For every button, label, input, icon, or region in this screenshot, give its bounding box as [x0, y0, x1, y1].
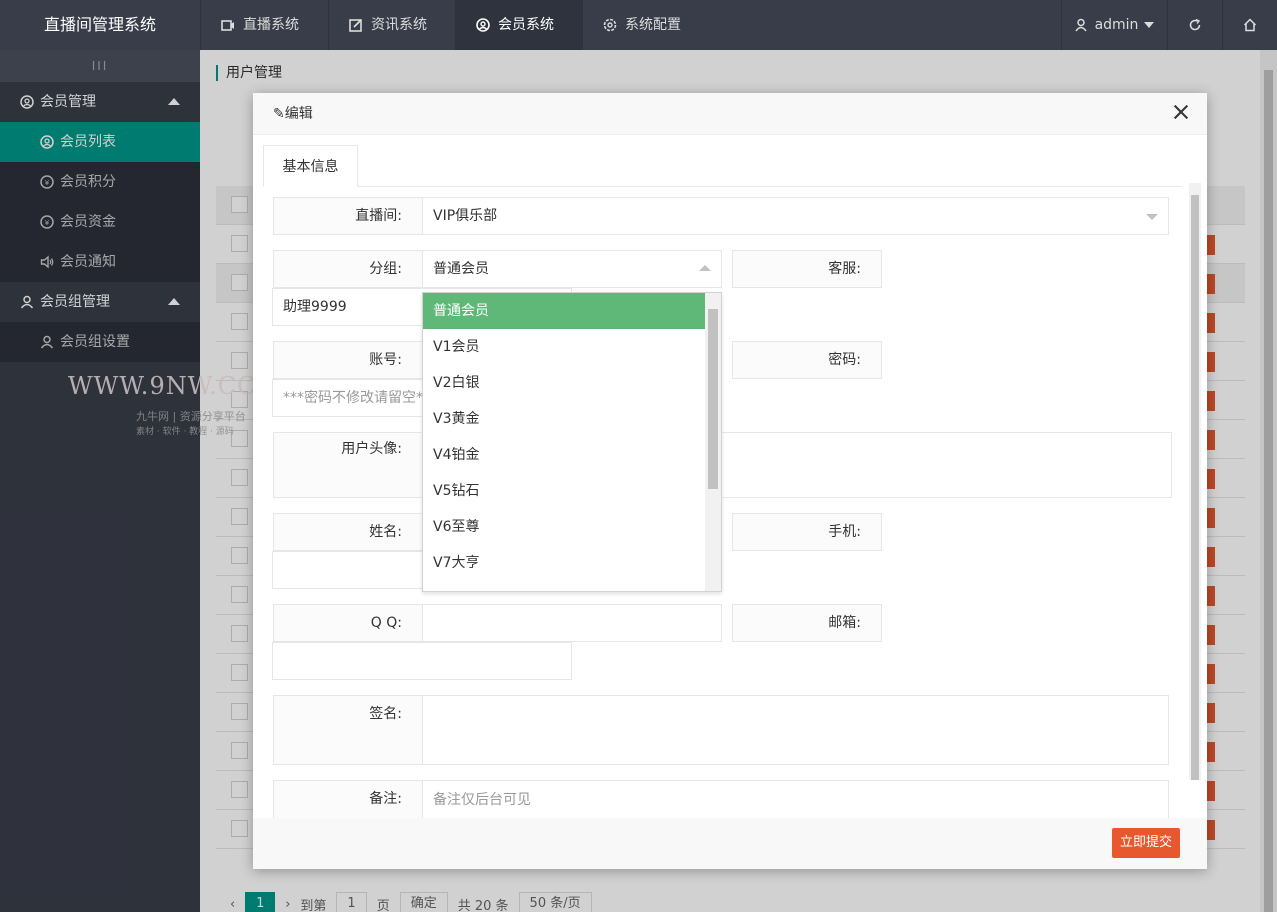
submit-button[interactable]: 立即提交	[1112, 828, 1180, 858]
group-option[interactable]: 普通会员	[423, 293, 705, 329]
top-nav: 直播系统 资讯系统 会员系统 系统配置	[200, 0, 712, 50]
dialog-scrollbar[interactable]	[1189, 183, 1201, 780]
refresh-icon	[1189, 18, 1201, 31]
chevron-down-icon	[1146, 214, 1158, 220]
email-label: 邮箱:	[732, 604, 882, 642]
room-select[interactable]: VIP俱乐部	[422, 197, 1169, 235]
dialog-body: 基本信息 直播间: VIP俱乐部 分组: 普通会员 客服: 助理9999 账号:…	[253, 135, 1207, 818]
dropdown-scrollbar[interactable]	[705, 293, 721, 591]
group-option[interactable]: V2白银	[423, 365, 705, 401]
avatar-label: 用户头像:	[273, 432, 423, 498]
nav-member-label: 会员系统	[498, 17, 554, 33]
video-icon	[221, 20, 234, 31]
service-select-value: 助理9999	[283, 299, 347, 315]
app-title: 直播间管理系统	[43, 15, 156, 34]
nav-news-label: 资讯系统	[371, 17, 427, 33]
qq-label: Q Q:	[273, 604, 423, 642]
signature-textarea[interactable]	[422, 695, 1169, 765]
close-icon[interactable]	[1173, 104, 1189, 120]
refresh-button[interactable]	[1167, 0, 1222, 50]
service-label: 客服:	[732, 250, 882, 288]
chevron-up-icon	[699, 265, 711, 271]
top-bar: 直播间管理系统 直播系统 资讯系统 会员系统 系统配置 admin	[0, 0, 1277, 50]
dialog-footer: 立即提交	[253, 818, 1207, 869]
nav-news-system[interactable]: 资讯系统	[328, 0, 455, 50]
remark-textarea[interactable]: 备注仅后台可见	[422, 780, 1169, 818]
nav-live-label: 直播系统	[243, 17, 299, 33]
dropdown-scrollbar-thumb[interactable]	[708, 309, 718, 489]
email-input[interactable]	[272, 642, 572, 680]
nav-member-system[interactable]: 会员系统	[455, 0, 582, 50]
phone-label: 手机:	[732, 513, 882, 551]
remark-label: 备注:	[273, 780, 423, 818]
nav-system-config[interactable]: 系统配置	[582, 0, 712, 50]
home-icon	[1243, 18, 1257, 32]
password-label: 密码:	[732, 341, 882, 379]
group-option[interactable]: V4铂金	[423, 437, 705, 473]
group-option[interactable]: V5钻石	[423, 473, 705, 509]
group-option[interactable]: V7大亨	[423, 545, 705, 581]
gear-icon	[603, 18, 617, 32]
group-select[interactable]: 普通会员	[422, 250, 722, 288]
dialog-title: 编辑	[284, 106, 313, 122]
name-label: 姓名:	[273, 513, 423, 551]
group-label: 分组:	[273, 250, 423, 288]
home-button[interactable]	[1222, 0, 1277, 50]
nav-config-label: 系统配置	[625, 17, 681, 33]
edit-dialog: ✎编辑 基本信息 直播间: VIP俱乐部 分组: 普通会员 客服: 助理9999…	[253, 93, 1207, 869]
edit-icon	[349, 19, 362, 32]
admin-username: admin	[1094, 17, 1139, 33]
room-select-value: VIP俱乐部	[433, 208, 498, 224]
tab-basic-info[interactable]: 基本信息	[263, 145, 358, 187]
dialog-header: ✎编辑	[253, 93, 1207, 135]
account-label: 账号:	[273, 341, 423, 379]
top-right-tools: admin	[1061, 0, 1277, 50]
signature-label: 签名:	[273, 695, 423, 765]
pencil-icon: ✎	[273, 106, 285, 122]
group-option[interactable]: V3黄金	[423, 401, 705, 437]
group-option[interactable]: V1会员	[423, 329, 705, 365]
room-label: 直播间:	[273, 197, 423, 235]
group-select-value: 普通会员	[433, 261, 489, 277]
nav-live-system[interactable]: 直播系统	[200, 0, 328, 50]
group-dropdown-list: 普通会员 V1会员 V2白银 V3黄金 V4铂金 V5钻石 V6至尊 V7大亨	[422, 292, 722, 592]
user-icon	[1074, 18, 1087, 32]
chevron-down-icon	[1144, 22, 1155, 28]
tab-bar: 基本信息	[263, 145, 1181, 187]
qq-input[interactable]	[422, 604, 722, 642]
admin-menu[interactable]: admin	[1061, 0, 1167, 50]
dialog-scrollbar-thumb[interactable]	[1191, 195, 1199, 780]
group-option[interactable]: V6至尊	[423, 509, 705, 545]
user-circle-icon	[476, 18, 490, 32]
